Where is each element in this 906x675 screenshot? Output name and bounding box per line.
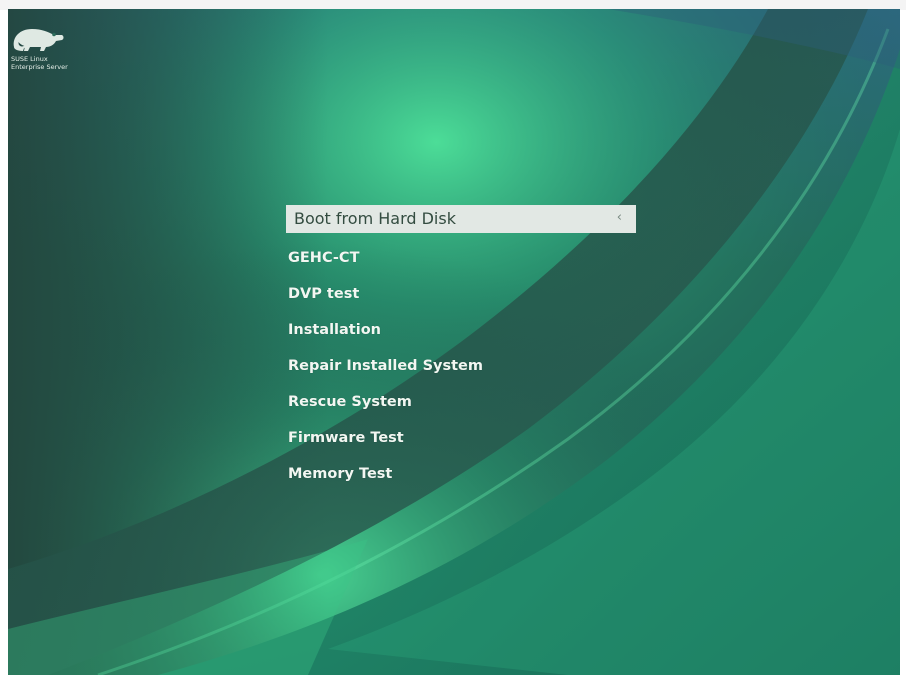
menu-item-label: Memory Test xyxy=(288,466,393,482)
text-cursor-icon: ‹ xyxy=(616,210,622,225)
menu-item-installation[interactable]: Installation xyxy=(288,313,648,349)
menu-item-label: Rescue System xyxy=(288,394,412,410)
menu-item-label: Repair Installed System xyxy=(288,358,483,374)
menu-item-repair-installed-system[interactable]: Repair Installed System xyxy=(288,349,648,385)
menu-item-label: Firmware Test xyxy=(288,430,404,446)
menu-item-label: GEHC-CT xyxy=(288,250,360,266)
menu-item-dvp-test[interactable]: DVP test xyxy=(288,277,648,313)
page: SUSE Linux Enterprise Server Boot from H… xyxy=(0,0,906,675)
boot-screen: SUSE Linux Enterprise Server Boot from H… xyxy=(8,9,900,675)
boot-menu: Boot from Hard Disk ‹ GEHC-CT DVP test I… xyxy=(286,205,648,493)
chameleon-icon xyxy=(13,29,64,51)
menu-item-label: Boot from Hard Disk xyxy=(294,209,456,228)
suse-logo: SUSE Linux Enterprise Server xyxy=(10,23,90,71)
menu-item-rescue-system[interactable]: Rescue System xyxy=(288,385,648,421)
menu-item-boot-from-hard-disk[interactable]: Boot from Hard Disk ‹ xyxy=(286,205,636,233)
logo-line-2: Enterprise Server xyxy=(11,62,68,71)
menu-item-label: DVP test xyxy=(288,286,360,302)
menu-item-memory-test[interactable]: Memory Test xyxy=(288,457,648,493)
menu-item-label: Installation xyxy=(288,322,381,338)
menu-item-gehc-ct[interactable]: GEHC-CT xyxy=(288,241,648,277)
menu-item-firmware-test[interactable]: Firmware Test xyxy=(288,421,648,457)
